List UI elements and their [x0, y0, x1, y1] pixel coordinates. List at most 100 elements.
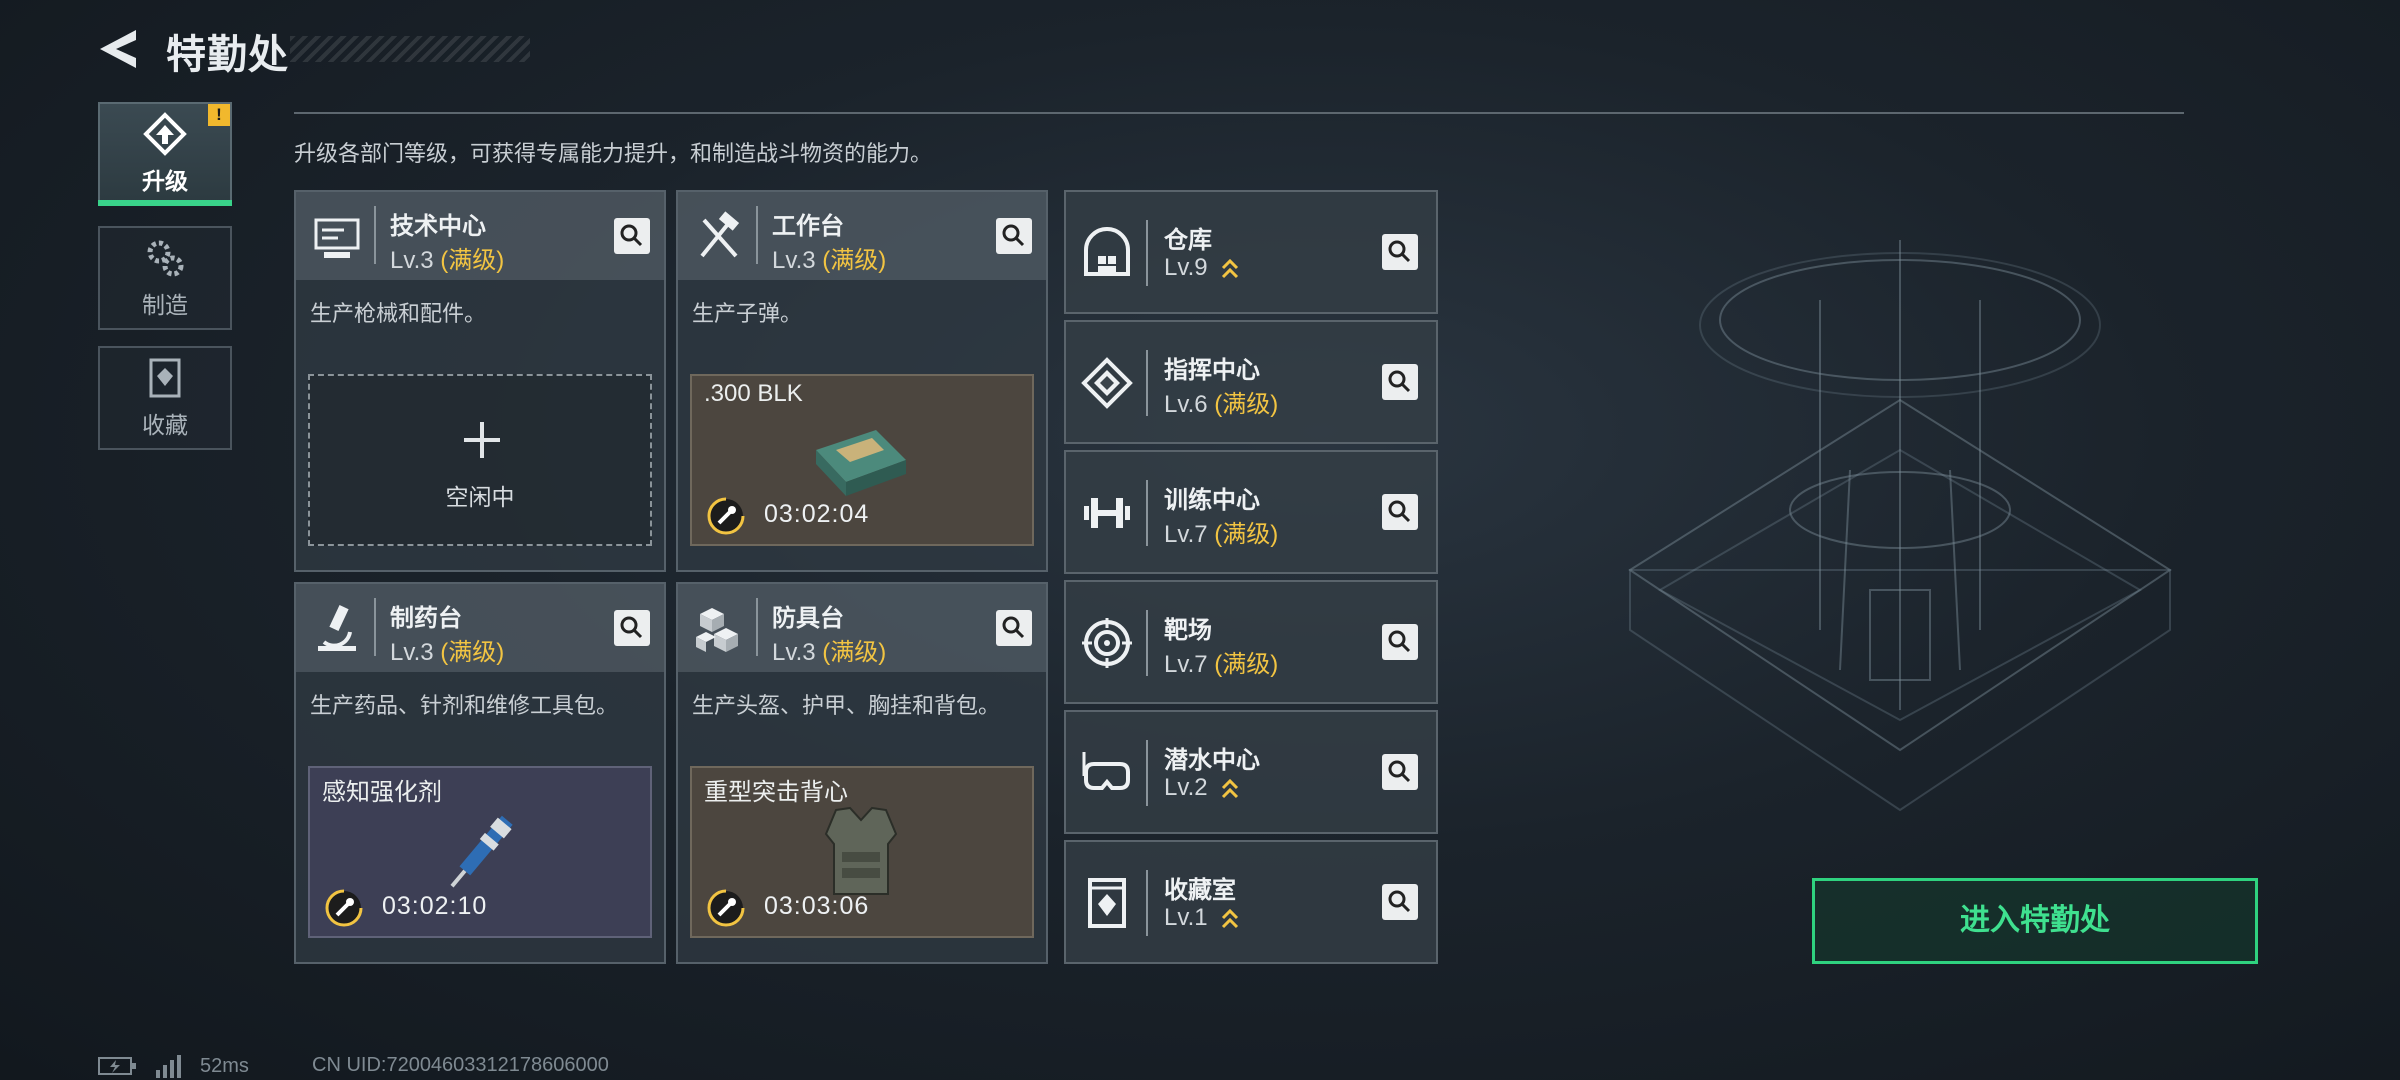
enter-hq-button[interactable]: 进入特勤处 — [1812, 878, 2258, 964]
search-icon[interactable] — [996, 218, 1032, 254]
building-name: 技术中心 — [390, 213, 486, 240]
idle-status: 空闲中 — [445, 484, 515, 510]
building-name: 仓库 — [1164, 227, 1212, 254]
search-icon[interactable] — [1382, 234, 1418, 270]
crosshair-icon — [1082, 618, 1132, 668]
max-level-tag: (满级) — [822, 639, 887, 666]
max-level-tag: (满级) — [440, 247, 505, 274]
building-name: 收藏室 — [1164, 877, 1236, 904]
search-icon[interactable] — [996, 610, 1032, 646]
building-command-center[interactable]: 指挥中心 Lv.6 (满级) — [1064, 320, 1438, 444]
building-level: Lv.7 (满级) — [1164, 521, 1279, 548]
building-diving-center[interactable]: 潜水中心 Lv.2 — [1064, 710, 1438, 834]
icon-separator — [756, 598, 758, 656]
craft-slot[interactable]: .300 BLK 03:02:04 — [690, 374, 1034, 546]
building-name: 潜水中心 — [1164, 747, 1260, 774]
ping-value: 52ms — [200, 1054, 249, 1077]
upgrade-icon — [143, 112, 187, 156]
building-level: Lv.9 — [1164, 254, 1240, 282]
ammo-box-icon — [816, 430, 906, 496]
building-name: 训练中心 — [1164, 487, 1260, 514]
card-pharmacy: 制药台 Lv.3 (满级) 生产药品、针剂和维修工具包。 感知强化剂 03:02… — [294, 582, 666, 964]
dumbbell-icon — [1084, 498, 1130, 528]
search-icon[interactable] — [1382, 624, 1418, 660]
title-decoration — [290, 36, 530, 62]
icon-separator — [1146, 740, 1148, 806]
upgrade-available-icon — [1222, 258, 1239, 278]
collection-icon — [149, 358, 181, 398]
building-level: Lv.7 (满级) — [1164, 651, 1279, 678]
tab-craft-label: 制造 — [142, 292, 188, 318]
tab-collection[interactable]: 收藏 — [98, 346, 232, 450]
wrench-timer-icon — [325, 889, 363, 927]
craft-timer: 03:02:10 — [382, 892, 488, 920]
gears-icon — [147, 240, 184, 277]
microscope-icon — [318, 605, 356, 651]
armor-vest-icon — [824, 806, 898, 895]
building-level: Lv.6 (满级) — [1164, 391, 1279, 418]
card-description: 生产子弹。 — [692, 301, 803, 326]
card-description: 生产头盔、护甲、胸挂和背包。 — [692, 693, 1001, 718]
tools-icon — [700, 211, 740, 258]
craft-slot[interactable]: 感知强化剂 03:02:10 — [308, 766, 652, 938]
icon-separator — [1146, 350, 1148, 416]
header-divider — [294, 112, 2184, 114]
display-case-icon — [1088, 878, 1126, 928]
search-icon[interactable] — [614, 218, 650, 254]
icon-separator — [1146, 610, 1148, 676]
upgrade-available-icon — [1222, 908, 1239, 928]
card-workbench: 工作台 Lv.3 (满级) 生产子弹。 .300 BLK 03:02:04 — [676, 190, 1048, 572]
upgrade-available-icon — [1222, 778, 1239, 798]
craft-timer: 03:02:04 — [764, 500, 870, 528]
icon-separator — [1146, 480, 1148, 546]
cubes-icon — [696, 608, 738, 652]
building-shooting-range[interactable]: 靶场 Lv.7 (满级) — [1064, 580, 1438, 704]
monitor-icon — [314, 218, 360, 258]
hq-blueprint-illustration — [1628, 240, 2172, 812]
building-name: 指挥中心 — [1164, 357, 1260, 384]
craft-slot[interactable]: 重型突击背心 03:03:06 — [690, 766, 1034, 938]
crafting-item-name: 重型突击背心 — [704, 779, 848, 806]
command-center-icon — [1081, 357, 1133, 409]
crafting-item-name: .300 BLK — [704, 380, 803, 407]
status-bar: 52ms — [98, 1054, 249, 1078]
page-title: 特勤处 — [166, 33, 289, 77]
tab-collection-label: 收藏 — [142, 412, 188, 438]
max-level-tag: (满级) — [822, 247, 887, 274]
search-icon[interactable] — [1382, 884, 1418, 920]
wrench-timer-icon — [707, 497, 745, 535]
battery-icon — [98, 1057, 136, 1075]
warehouse-icon — [1084, 227, 1130, 276]
search-icon[interactable] — [1382, 754, 1418, 790]
building-name: 制药台 — [390, 605, 462, 632]
search-icon[interactable] — [1382, 494, 1418, 530]
player-uid: CN UID:72004603312178606000 — [312, 1054, 609, 1076]
alert-badge: ! — [208, 104, 230, 126]
icon-separator — [374, 206, 376, 264]
tab-craft[interactable]: 制造 — [98, 226, 232, 330]
building-name: 工作台 — [772, 213, 844, 240]
back-arrow-icon[interactable] — [96, 26, 142, 72]
crafting-item-name: 感知强化剂 — [322, 779, 442, 806]
building-warehouse[interactable]: 仓库 Lv.9 — [1064, 190, 1438, 314]
search-icon[interactable] — [1382, 364, 1418, 400]
building-level: Lv.3 (满级) — [772, 247, 887, 274]
building-name: 防具台 — [772, 605, 844, 632]
search-icon[interactable] — [614, 610, 650, 646]
card-description: 生产枪械和配件。 — [310, 301, 487, 326]
max-level-tag: (满级) — [1214, 651, 1279, 678]
max-level-tag: (满级) — [440, 639, 505, 666]
icon-separator — [1146, 220, 1148, 286]
icon-separator — [374, 598, 376, 656]
building-training-center[interactable]: 训练中心 Lv.7 (满级) — [1064, 450, 1438, 574]
wrench-timer-icon — [707, 889, 745, 927]
building-collection-room[interactable]: 收藏室 Lv.1 — [1064, 840, 1438, 964]
page-description: 升级各部门等级，可获得专属能力提升，和制造战斗物资的能力。 — [294, 141, 933, 166]
injector-icon — [450, 815, 513, 888]
card-tech-center: 技术中心 Lv.3 (满级) 生产枪械和配件。 空闲中 — [294, 190, 666, 572]
diving-mask-icon — [1082, 752, 1130, 790]
tab-upgrade[interactable]: 升级 ! — [98, 102, 232, 206]
card-description: 生产药品、针剂和维修工具包。 — [310, 693, 619, 718]
max-level-tag: (满级) — [1214, 521, 1279, 548]
idle-craft-slot[interactable]: 空闲中 — [308, 374, 652, 546]
